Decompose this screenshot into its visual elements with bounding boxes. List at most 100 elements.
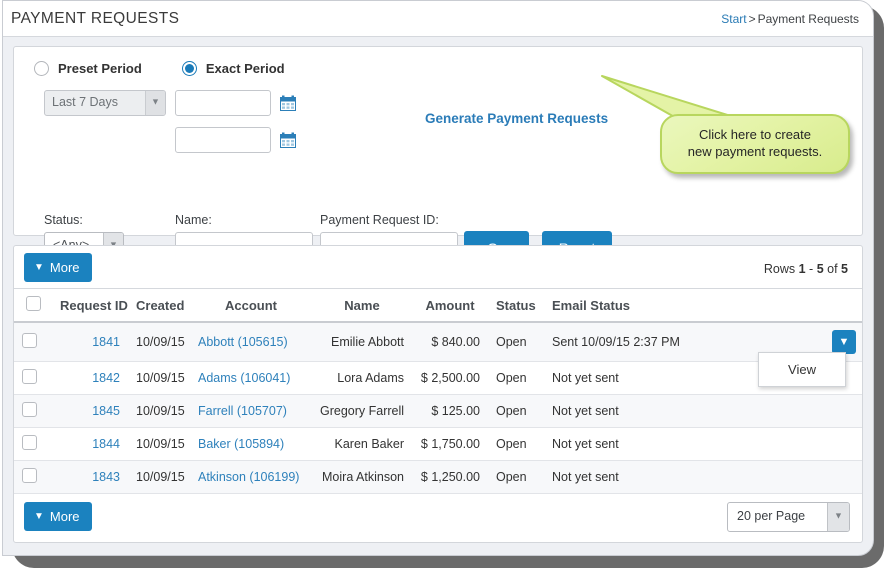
breadcrumb: Start>Payment Requests bbox=[721, 12, 859, 26]
column-header-status[interactable]: Status bbox=[488, 289, 544, 323]
cell-amount: $ 1,250.00 bbox=[412, 461, 488, 494]
cell-account: Adams (106041) bbox=[190, 362, 312, 395]
row-checkbox[interactable] bbox=[22, 468, 37, 483]
more-button-top[interactable]: ▼ More bbox=[24, 253, 92, 282]
column-header-email-status[interactable]: Email Status bbox=[544, 289, 824, 323]
request-id-link[interactable]: 1844 bbox=[92, 437, 120, 451]
select-all-header bbox=[14, 289, 52, 323]
cell-status: Open bbox=[488, 428, 544, 461]
request-id-link[interactable]: 1841 bbox=[92, 335, 120, 349]
more-button-top-label: More bbox=[50, 260, 80, 275]
row-checkbox[interactable] bbox=[22, 402, 37, 417]
rows-info: Rows 1 - 5 of 5 bbox=[764, 262, 848, 276]
column-header-amount[interactable]: Amount bbox=[412, 289, 488, 323]
table-toolbar-bottom: ▼ More 20 per Page ▼ bbox=[14, 494, 862, 542]
cell-created: 10/09/15 bbox=[128, 428, 190, 461]
cell-name: Lora Adams bbox=[312, 362, 412, 395]
preset-period-radio-item[interactable]: Preset Period bbox=[34, 61, 142, 76]
date-to-input[interactable] bbox=[175, 127, 271, 153]
preset-period-select[interactable]: Last 7 Days ▼ bbox=[44, 90, 166, 116]
cell-request-id: 1844 bbox=[52, 428, 128, 461]
table-row[interactable]: 1841 10/09/15 Abbott (105615) Emilie Abb… bbox=[14, 322, 862, 362]
exact-period-radio-item[interactable]: Exact Period bbox=[182, 61, 285, 76]
more-button-bottom[interactable]: ▼ More bbox=[24, 502, 92, 531]
table-row[interactable]: 1843 10/09/15 Atkinson (106199) Moira At… bbox=[14, 461, 862, 494]
rows-prefix: Rows bbox=[764, 262, 795, 276]
cell-amount: $ 840.00 bbox=[412, 322, 488, 362]
request-id-link[interactable]: 1845 bbox=[92, 404, 120, 418]
cell-email-status: Not yet sent bbox=[544, 428, 824, 461]
application-page: PAYMENT REQUESTS Start>Payment Requests … bbox=[2, 0, 874, 556]
calendar-icon-from[interactable] bbox=[280, 95, 296, 111]
row-select-cell bbox=[14, 322, 52, 362]
cell-account: Farrell (105707) bbox=[190, 395, 312, 428]
cell-amount: $ 1,750.00 bbox=[412, 428, 488, 461]
cell-status: Open bbox=[488, 461, 544, 494]
rows-total: 5 bbox=[841, 262, 848, 276]
chevron-down-icon: ▼ bbox=[839, 336, 850, 348]
row-actions-cell bbox=[824, 395, 862, 428]
table-head: Request ID Created Account Name Amount S… bbox=[14, 289, 862, 323]
preset-period-label: Preset Period bbox=[58, 61, 142, 76]
chevron-down-icon: ▼ bbox=[34, 512, 44, 522]
account-link[interactable]: Abbott (105615) bbox=[198, 335, 288, 349]
column-header-created[interactable]: Created bbox=[128, 289, 190, 323]
request-id-link[interactable]: 1842 bbox=[92, 371, 120, 385]
table-row[interactable]: 1845 10/09/15 Farrell (105707) Gregory F… bbox=[14, 395, 862, 428]
table-body: 1841 10/09/15 Abbott (105615) Emilie Abb… bbox=[14, 322, 862, 494]
cell-request-id: 1843 bbox=[52, 461, 128, 494]
preset-period-select-value: Last 7 Days bbox=[52, 95, 118, 109]
date-from-input[interactable] bbox=[175, 90, 271, 116]
chevron-down-icon: ▼ bbox=[834, 512, 843, 521]
row-checkbox[interactable] bbox=[22, 369, 37, 384]
per-page-select-value: 20 per Page bbox=[737, 509, 805, 523]
account-link[interactable]: Atkinson (106199) bbox=[198, 470, 299, 484]
rows-of: of bbox=[827, 262, 837, 276]
column-header-account[interactable]: Account bbox=[190, 289, 312, 323]
cell-amount: $ 2,500.00 bbox=[412, 362, 488, 395]
calendar-icon-to[interactable] bbox=[280, 132, 296, 148]
request-id-link[interactable]: 1843 bbox=[92, 470, 120, 484]
exact-period-label: Exact Period bbox=[206, 61, 285, 76]
results-panel: ▼ More Rows 1 - 5 of 5 bbox=[13, 245, 863, 543]
cell-created: 10/09/15 bbox=[128, 395, 190, 428]
more-button-bottom-label: More bbox=[50, 509, 80, 524]
cell-name: Karen Baker bbox=[312, 428, 412, 461]
cell-account: Baker (105894) bbox=[190, 428, 312, 461]
preset-period-radio[interactable] bbox=[34, 61, 49, 76]
table-row[interactable]: 1842 10/09/15 Adams (106041) Lora Adams … bbox=[14, 362, 862, 395]
cell-email-status: Not yet sent bbox=[544, 461, 824, 494]
cell-name: Gregory Farrell bbox=[312, 395, 412, 428]
table-row[interactable]: 1844 10/09/15 Baker (105894) Karen Baker… bbox=[14, 428, 862, 461]
cell-status: Open bbox=[488, 322, 544, 362]
account-link[interactable]: Baker (105894) bbox=[198, 437, 284, 451]
cell-name: Emilie Abbott bbox=[312, 322, 412, 362]
menu-item-view[interactable]: View bbox=[759, 353, 845, 386]
generate-payment-requests-link[interactable]: Generate Payment Requests bbox=[425, 111, 608, 126]
column-header-name[interactable]: Name bbox=[312, 289, 412, 323]
screenshot-root: PAYMENT REQUESTS Start>Payment Requests … bbox=[0, 0, 896, 582]
period-radio-group: Preset Period Exact Period bbox=[34, 61, 285, 76]
cell-status: Open bbox=[488, 362, 544, 395]
cell-amount: $ 125.00 bbox=[412, 395, 488, 428]
row-select-cell bbox=[14, 461, 52, 494]
row-select-cell bbox=[14, 395, 52, 428]
column-header-request-id[interactable]: Request ID bbox=[52, 289, 128, 323]
account-link[interactable]: Adams (106041) bbox=[198, 371, 290, 385]
account-link[interactable]: Farrell (105707) bbox=[198, 404, 287, 418]
breadcrumb-start-link[interactable]: Start bbox=[721, 12, 746, 26]
cell-email-status: Not yet sent bbox=[544, 395, 824, 428]
per-page-caret[interactable]: ▼ bbox=[827, 503, 849, 531]
row-menu-button[interactable]: ▼ bbox=[832, 330, 856, 354]
row-checkbox[interactable] bbox=[22, 333, 37, 348]
per-page-select[interactable]: 20 per Page ▼ bbox=[727, 502, 850, 532]
row-select-cell bbox=[14, 362, 52, 395]
rows-dash: - bbox=[809, 262, 813, 276]
payment-request-id-label: Payment Request ID: bbox=[320, 213, 439, 227]
row-checkbox[interactable] bbox=[22, 435, 37, 450]
row-actions-cell bbox=[824, 428, 862, 461]
exact-period-radio[interactable] bbox=[182, 61, 197, 76]
select-all-checkbox[interactable] bbox=[26, 296, 41, 311]
preset-period-caret[interactable]: ▼ bbox=[145, 91, 165, 115]
row-context-menu: View bbox=[758, 352, 846, 387]
